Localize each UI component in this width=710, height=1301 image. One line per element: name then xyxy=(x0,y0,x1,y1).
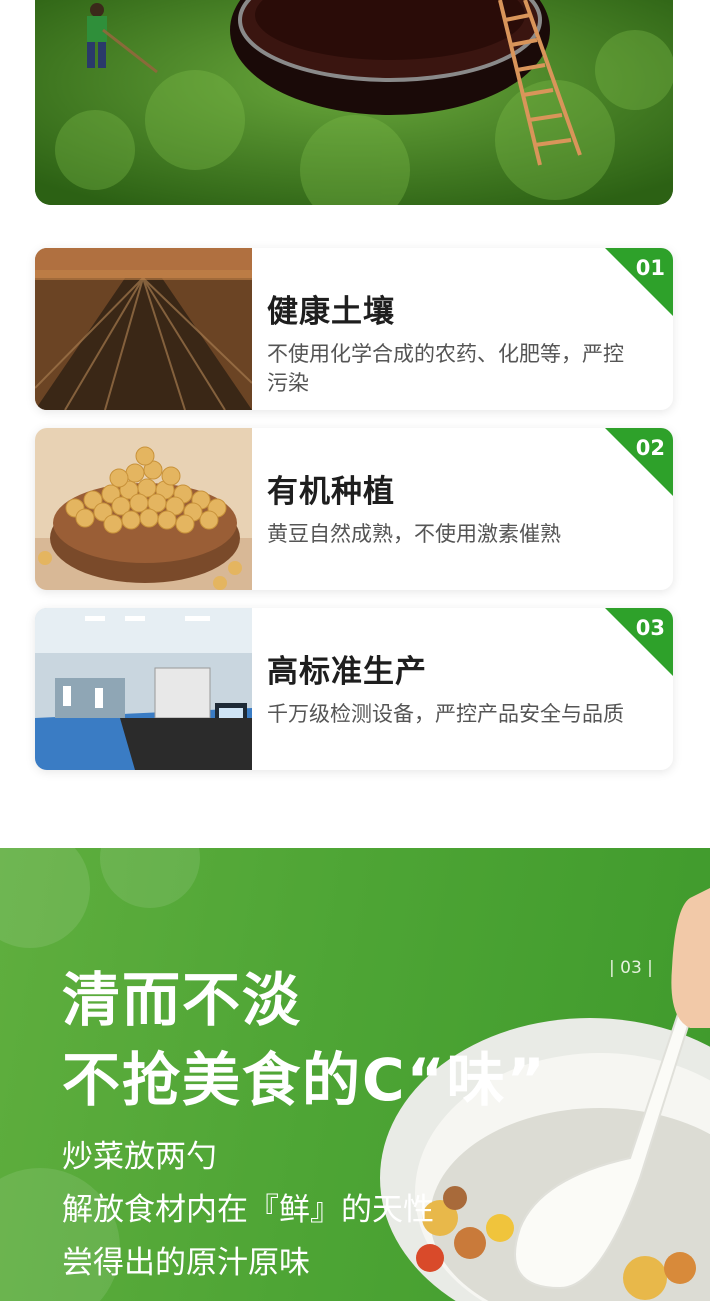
page-number: | 03 | xyxy=(609,958,653,978)
hero-soy-sauce-field-image xyxy=(35,0,673,205)
promo-text-line: 尝得出的原汁原味 xyxy=(62,1245,310,1281)
feature-number: 03 xyxy=(635,616,665,640)
feature-card-high-standard-production: 高标准生产 千万级检测设备，严控产品安全与品质 03 xyxy=(35,608,673,770)
feature-description: 不使用化学合成的农药、化肥等，严控污染 xyxy=(267,342,624,395)
feature-card-healthy-soil: 健康土壤 不使用化学合成的农药、化肥等，严控污染 01 xyxy=(35,248,673,410)
promo-banner: | 03 | 清而不淡 不抢美食的C“味” 炒菜放两勺 解放食材内在『鲜』的天性… xyxy=(0,848,710,1301)
feature-title: 高标准生产 xyxy=(267,654,427,690)
feature-description: 黄豆自然成熟，不使用激素催熟 xyxy=(267,522,561,546)
promo-headline: 清而不淡 xyxy=(62,966,303,1034)
feature-number: 02 xyxy=(635,436,665,460)
feature-number: 01 xyxy=(635,256,665,280)
feature-card-organic-planting: 有机种植 黄豆自然成熟，不使用激素催熟 02 xyxy=(35,428,673,590)
promo-headline: 不抢美食的C“味” xyxy=(62,1046,547,1114)
feature-description: 千万级检测设备，严控产品安全与品质 xyxy=(267,702,624,726)
feature-title: 有机种植 xyxy=(267,474,395,510)
soybean-bowl-photo xyxy=(35,428,252,590)
promo-text-line: 炒菜放两勺 xyxy=(62,1139,217,1175)
laboratory-photo xyxy=(35,608,252,770)
feature-title: 健康土壤 xyxy=(267,294,395,330)
farm-field-photo xyxy=(35,248,252,410)
promo-text-line: 解放食材内在『鲜』的天性 xyxy=(62,1192,434,1228)
